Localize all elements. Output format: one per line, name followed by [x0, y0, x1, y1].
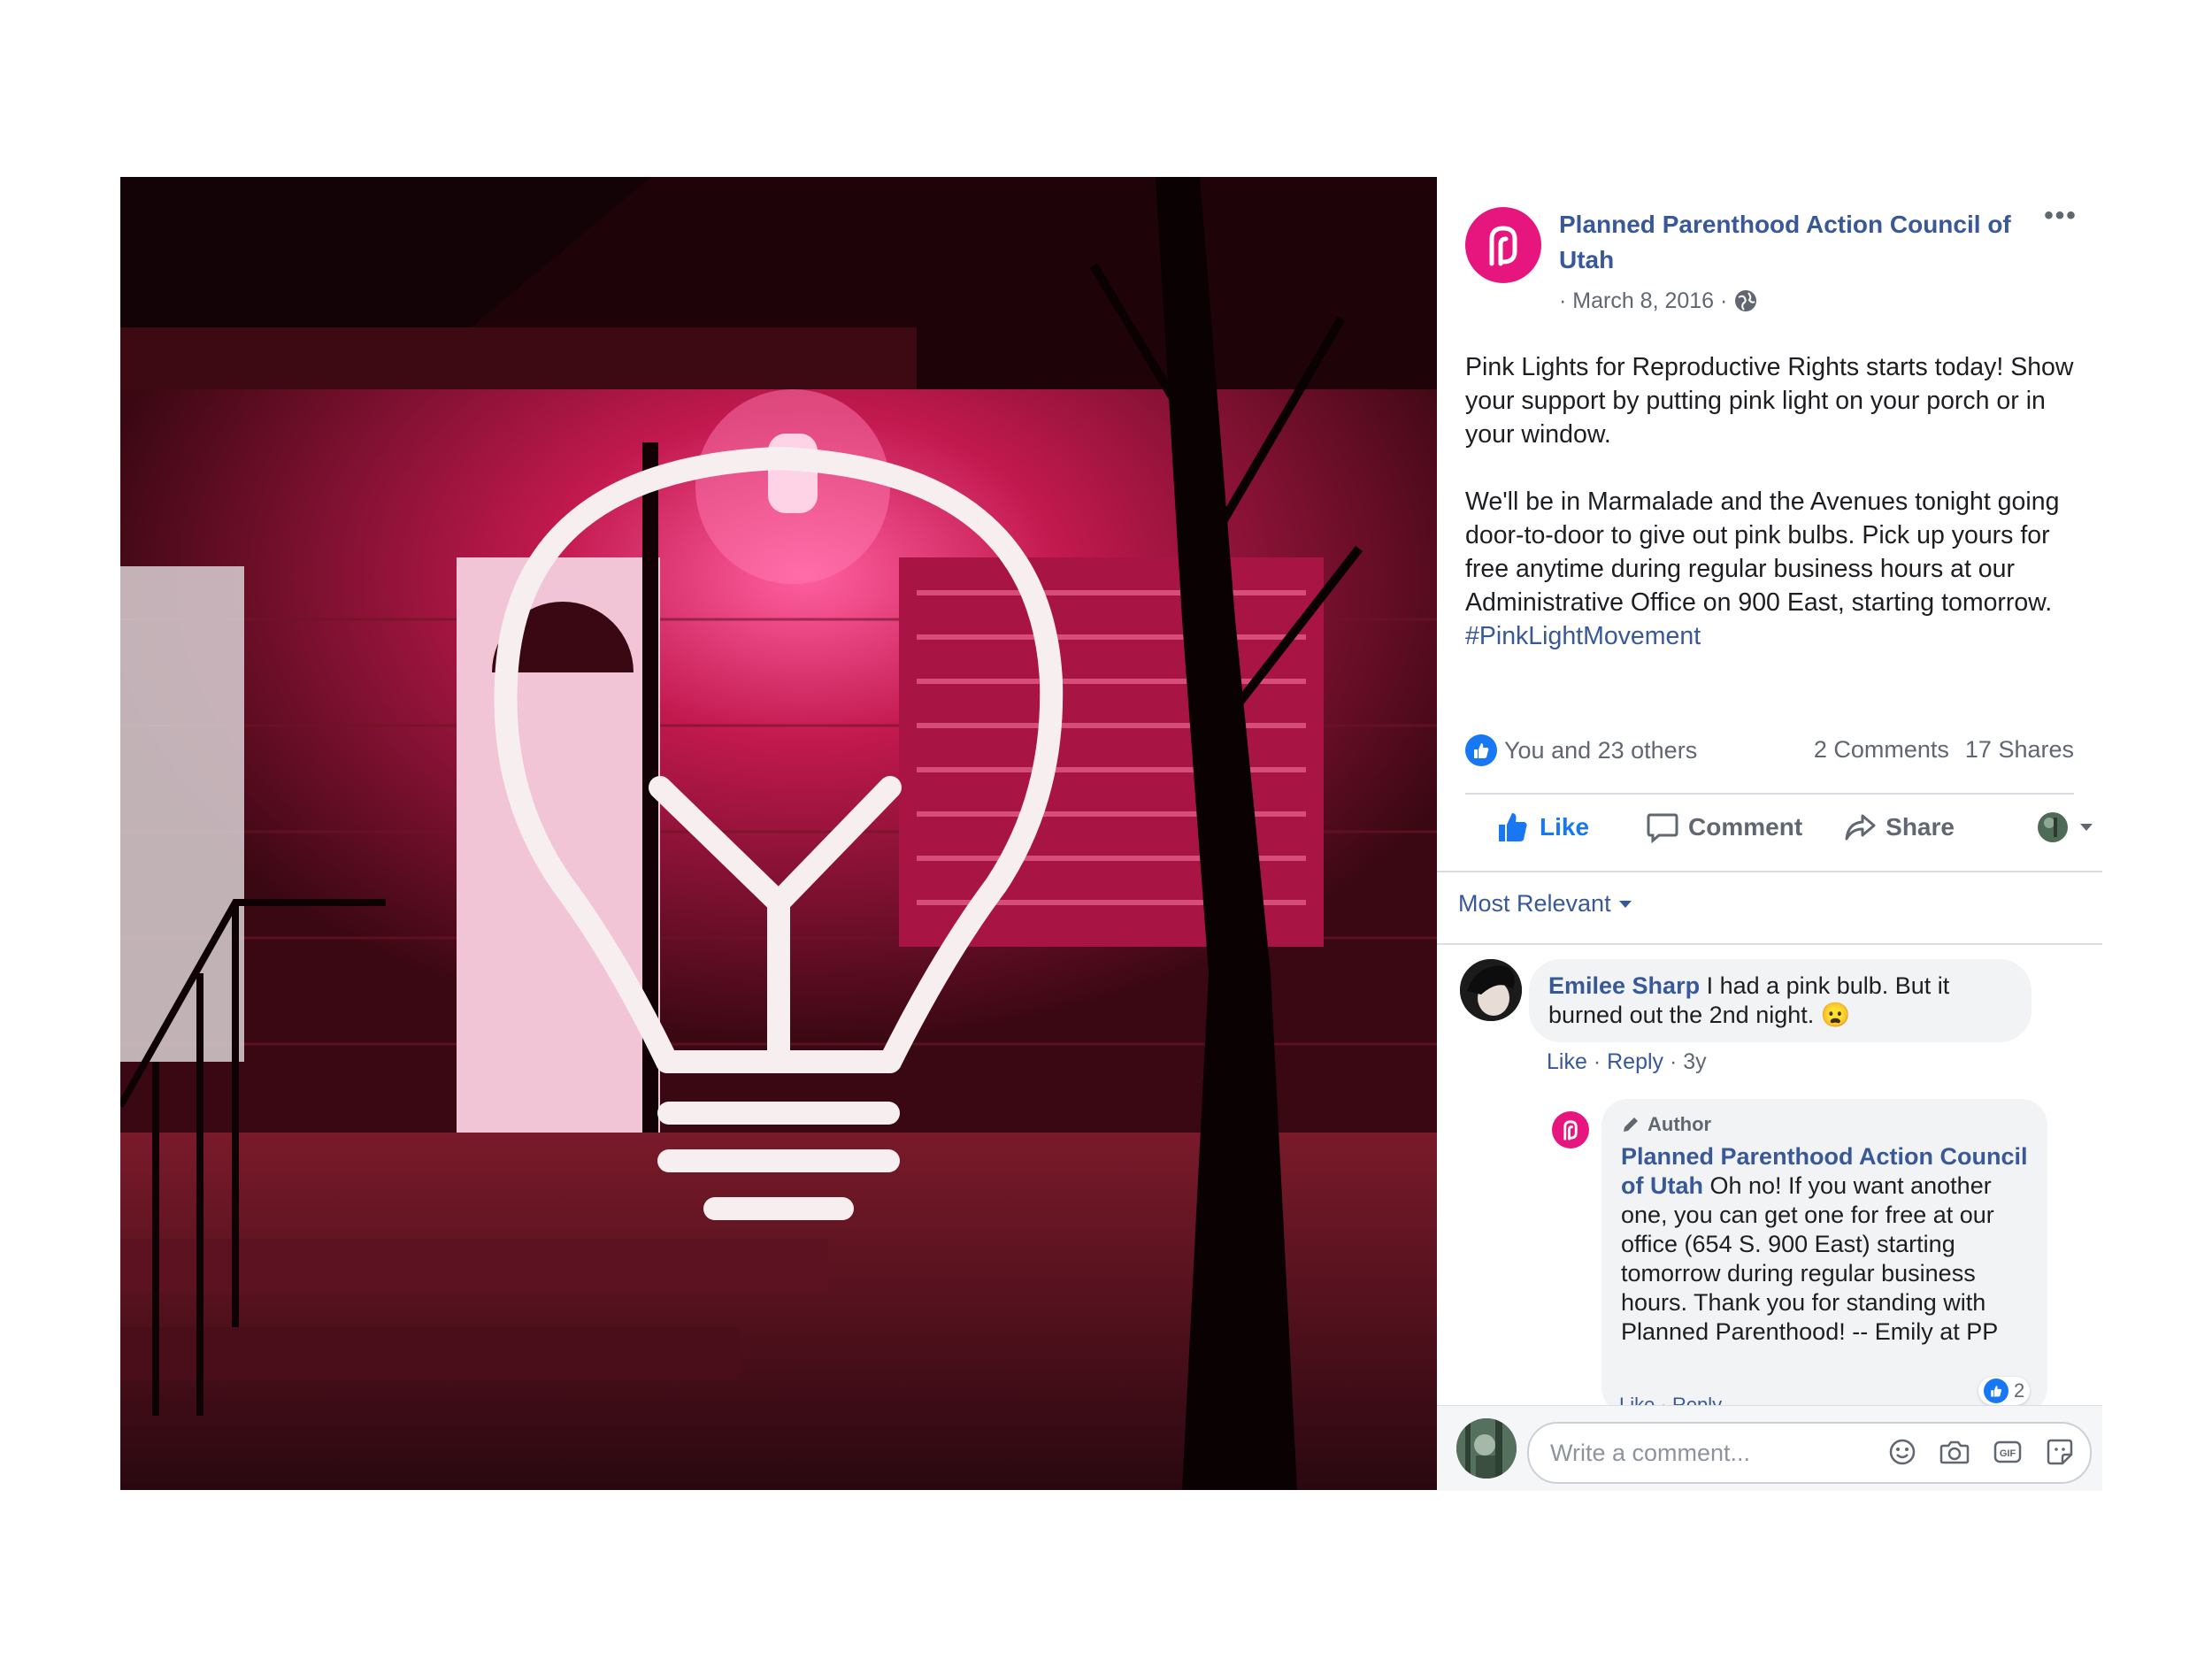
reply-like-count: 2 — [2014, 1379, 2025, 1402]
post-body: Pink Lights for Reproductive Rights star… — [1465, 350, 2076, 687]
post-paragraph-2-text: We'll be in Marmalade and the Avenues to… — [1465, 488, 2060, 617]
comment-meta: Like · Reply · 3y — [1547, 1049, 1707, 1074]
reply-reaction-count[interactable]: 2 — [1978, 1377, 2031, 1405]
reply-like-link[interactable]: Like — [1619, 1396, 1655, 1405]
like-reaction-icon — [1984, 1379, 2008, 1403]
hashtag-link[interactable]: #PinkLightMovement — [1465, 622, 1701, 650]
like-button-label: Like — [1540, 813, 1590, 841]
post-meta: · March 8, 2016 · — [1559, 283, 1757, 319]
post-paragraph-2: We'll be in Marmalade and the Avenues to… — [1465, 485, 2076, 653]
like-button[interactable]: Like — [1495, 810, 1589, 845]
comment-icon — [1647, 813, 1678, 844]
planned-parenthood-logo-icon — [1563, 1120, 1578, 1141]
composer-icons: GIF — [1888, 1438, 2074, 1466]
reactions-label: You and 23 others — [1504, 736, 1698, 764]
pink-porch-image — [120, 177, 1437, 1490]
caret-down-icon — [2079, 824, 2093, 831]
reply-reply-link[interactable]: Reply — [1672, 1396, 1722, 1405]
reply-bubble: Author Planned Parenthood Action Council… — [1601, 1099, 2047, 1414]
thumbs-up-icon — [1499, 813, 1527, 841]
author-badge-label: Author — [1647, 1113, 1712, 1135]
comments-count-link[interactable]: 2 Comments — [1814, 736, 1949, 764]
divider — [1437, 871, 2102, 872]
globe-icon — [1735, 290, 1757, 311]
reply-author-avatar[interactable] — [1552, 1111, 1589, 1148]
comment-composer: Write a comment... GIF — [1437, 1405, 2102, 1491]
share-button[interactable]: Share — [1843, 810, 1955, 844]
author-badge: Author — [1621, 1110, 2028, 1139]
share-icon — [1845, 814, 1876, 841]
sad-emoji-icon: 😦 — [1820, 1002, 1851, 1028]
current-user-avatar[interactable] — [1456, 1418, 1517, 1479]
comment-reply-link[interactable]: Reply — [1607, 1049, 1663, 1074]
comment-sort-label: Most Relevant — [1458, 890, 1611, 917]
comment-like-link[interactable]: Like — [1547, 1049, 1587, 1074]
audience-selector[interactable] — [2036, 810, 2094, 844]
comment-button[interactable]: Comment — [1646, 810, 1802, 844]
comment-input-placeholder: Write a comment... — [1550, 1440, 1751, 1466]
engagement-counts: 2 Comments 17 Shares — [1814, 736, 2074, 764]
divider — [1437, 943, 2102, 945]
divider — [1465, 793, 2074, 795]
page-name-link[interactable]: Planned Parenthood Action Council of Uta… — [1559, 207, 2037, 278]
comment-input[interactable]: Write a comment... GIF — [1527, 1422, 2092, 1484]
comment-button-label: Comment — [1688, 813, 1803, 841]
comment-time[interactable]: 3y — [1683, 1049, 1706, 1074]
comment-author-link[interactable]: Emilee Sharp — [1548, 972, 1700, 999]
person-avatar-icon — [1456, 1418, 1517, 1479]
comment-bubble: Emilee Sharp I had a pink bulb. But it b… — [1529, 959, 2032, 1042]
gif-icon[interactable]: GIF — [1993, 1438, 2023, 1466]
pencil-icon — [1624, 1117, 1638, 1132]
person-avatar-icon — [1460, 959, 1522, 1021]
emoji-icon[interactable] — [1888, 1438, 1916, 1466]
camera-icon[interactable] — [1939, 1438, 1970, 1466]
shares-count-link[interactable]: 17 Shares — [1965, 736, 2074, 764]
post-sidebar: Planned Parenthood Action Council of Uta… — [1437, 177, 2102, 1491]
sticker-icon[interactable] — [2046, 1438, 2074, 1466]
planned-parenthood-logo-icon — [1489, 226, 1517, 266]
share-button-label: Share — [1886, 813, 1955, 841]
svg-text:GIF: GIF — [2000, 1448, 2016, 1459]
more-options-button[interactable]: ••• — [2039, 203, 2083, 234]
post-actions: Like Comment Share — [1465, 796, 2093, 858]
commenter-avatar[interactable] — [1460, 959, 1522, 1021]
like-reaction-icon — [1465, 734, 1497, 766]
caret-down-icon — [1618, 900, 1632, 908]
page-avatar[interactable] — [1465, 207, 1541, 283]
post-date[interactable]: · March 8, 2016 · — [1559, 283, 1727, 319]
reactions-summary[interactable]: You and 23 others — [1465, 734, 1697, 766]
reply-meta-clipped: Like · Reply — [1619, 1396, 1722, 1405]
comment-sort-dropdown[interactable]: Most Relevant — [1458, 890, 1632, 918]
profile-avatar-small-icon — [2037, 812, 2068, 842]
post-photo[interactable] — [120, 177, 1437, 1490]
post-paragraph-1: Pink Lights for Reproductive Rights star… — [1465, 353, 2074, 449]
